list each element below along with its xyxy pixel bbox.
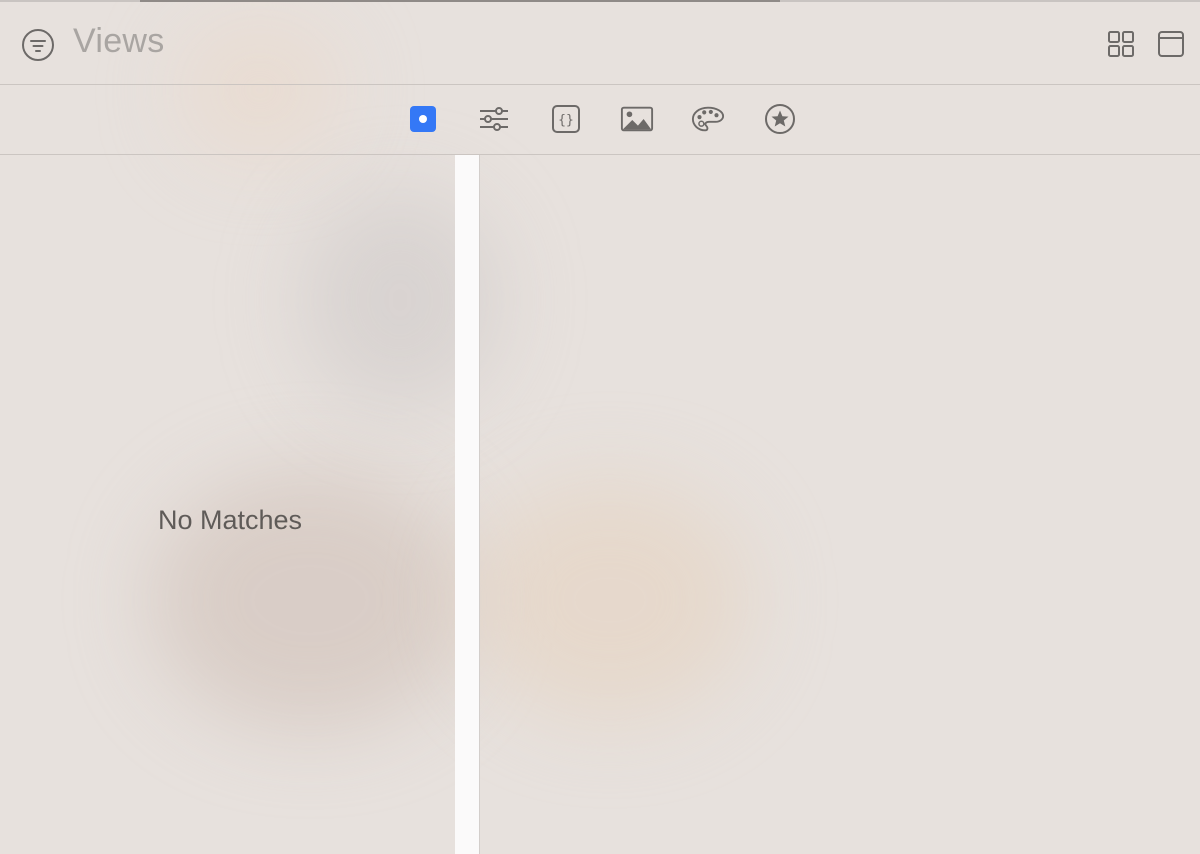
library-list-pane: No Matches [0, 155, 455, 854]
window-icon[interactable] [1157, 30, 1185, 58]
code-snippets-icon[interactable]: {} [549, 102, 583, 136]
grid-view-icon[interactable] [1107, 30, 1135, 58]
empty-state-label: No Matches [158, 505, 303, 535]
modifiers-icon[interactable] [477, 102, 511, 136]
favorites-star-icon[interactable] [763, 102, 797, 136]
svg-text:{}: {} [558, 113, 574, 128]
media-icon[interactable] [620, 102, 654, 136]
split-view-divider[interactable] [455, 155, 480, 854]
color-palette-icon[interactable] [691, 102, 725, 136]
filter-circle-icon[interactable] [22, 29, 54, 61]
library-detail-pane [481, 155, 1200, 854]
object-library-icon[interactable] [406, 102, 440, 136]
library-toolbar: {} [0, 85, 1200, 155]
library-title: Views [73, 22, 165, 60]
library-header: Views [0, 2, 1200, 85]
